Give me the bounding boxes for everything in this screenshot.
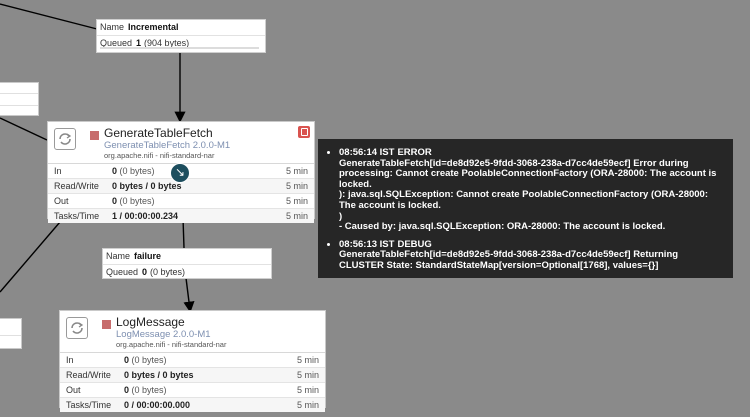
stat-time: 5 min xyxy=(285,196,308,206)
connection-label-failure[interactable]: Name failure Queued 0 (0 bytes) xyxy=(102,248,272,279)
connection-name-label: Name xyxy=(106,251,131,261)
stat-detail: (0 bytes) xyxy=(119,166,155,176)
stat-time: 5 min xyxy=(296,355,319,365)
connection-queued-label: Queued xyxy=(106,267,139,277)
stat-value: 1 / 00:00:00.234 xyxy=(112,211,179,221)
queue-fill-bar xyxy=(100,47,259,49)
connection-name: failure xyxy=(134,251,162,261)
pointer-cursor-icon: ↘ xyxy=(170,163,190,183)
bulletin-time: 08:56:14 IST xyxy=(339,147,395,158)
stat-label: Read/Write xyxy=(54,181,99,191)
stat-row-tasks-time: Tasks/Time 1 / 00:00:00.234 5 min xyxy=(48,209,314,223)
stat-label: Out xyxy=(66,385,81,395)
stat-label: Out xyxy=(54,196,69,206)
stat-time: 5 min xyxy=(285,166,308,176)
offscreen-component-bottom[interactable] xyxy=(0,318,22,349)
processor-bundle: org.apache.nifi - nifi-standard-nar xyxy=(104,151,215,160)
stat-row-out: Out 0 (0 bytes) 5 min xyxy=(48,194,314,209)
stat-label: In xyxy=(66,355,74,365)
stat-value: 0 xyxy=(112,196,118,206)
connection-queued-count: 0 xyxy=(142,267,148,277)
stat-row-tasks-time: Tasks/Time 0 / 00:00:00.000 5 min xyxy=(60,398,325,412)
stat-label: Tasks/Time xyxy=(54,211,100,221)
connection-name: Incremental xyxy=(128,22,179,32)
stat-value: 0 bytes / 0 bytes xyxy=(112,181,182,191)
stat-detail: (0 bytes) xyxy=(131,385,167,395)
stat-time: 5 min xyxy=(285,211,308,221)
offscreen-component-top[interactable] xyxy=(0,82,39,116)
stat-row-in: In 0 (0 bytes) 5 min xyxy=(60,353,325,368)
stat-label: In xyxy=(54,166,62,176)
connection-line-to-incremental xyxy=(0,3,98,30)
connection-name-label: Name xyxy=(100,22,125,32)
bulletin-level: DEBUG xyxy=(397,238,432,250)
stat-time: 5 min xyxy=(296,385,319,395)
connection-queued-size: (0 bytes) xyxy=(150,267,186,277)
processor-log-message[interactable]: LogMessage LogMessage 2.0.0-M1 org.apach… xyxy=(59,310,326,412)
processor-bundle: org.apache.nifi - nifi-standard-nar xyxy=(116,340,227,349)
bulletin-message: GenerateTableFetch[id=de8d92e5-9fdd-3068… xyxy=(339,157,717,233)
bulletin-list: 08:56:14 ISTERROR GenerateTableFetch[id=… xyxy=(327,147,725,272)
processor-header: GenerateTableFetch GenerateTableFetch 2.… xyxy=(48,122,314,164)
stat-row-read-write: Read/Write 0 bytes / 0 bytes 5 min xyxy=(60,368,325,383)
stat-value: 0 bytes / 0 bytes xyxy=(124,370,194,380)
stat-time: 5 min xyxy=(296,370,319,380)
bulletin-entry: 08:56:13 ISTDEBUG GenerateTableFetch[id=… xyxy=(339,238,725,272)
stat-detail: (0 bytes) xyxy=(119,196,155,206)
stat-value: 0 xyxy=(112,166,118,176)
stop-square-icon xyxy=(102,320,111,329)
processor-header: LogMessage LogMessage 2.0.0-M1 org.apach… xyxy=(60,311,325,353)
stat-value: 0 xyxy=(124,355,130,365)
processor-name: LogMessage xyxy=(116,315,185,329)
stat-value: 0 / 00:00:00.000 xyxy=(124,400,191,410)
stat-time: 5 min xyxy=(296,400,319,410)
bulletin-level: ERROR xyxy=(397,147,432,158)
stat-time: 5 min xyxy=(285,181,308,191)
stat-label: Read/Write xyxy=(66,370,111,380)
bulletin-entry: 08:56:14 ISTERROR GenerateTableFetch[id=… xyxy=(339,147,725,233)
bulletin-icon[interactable] xyxy=(298,126,310,138)
stat-detail: (0 bytes) xyxy=(131,355,167,365)
connection-line-left-a xyxy=(0,117,48,141)
processor-name: GenerateTableFetch xyxy=(104,126,213,140)
processor-refresh-icon xyxy=(54,128,76,150)
stat-value: 0 xyxy=(124,385,130,395)
processor-type: LogMessage 2.0.0-M1 xyxy=(116,329,211,340)
bulletin-time: 08:56:13 IST xyxy=(339,238,395,250)
stat-label: Tasks/Time xyxy=(66,400,112,410)
stop-square-icon xyxy=(90,131,99,140)
connection-line-left-b xyxy=(0,221,61,293)
connection-line-failure-b xyxy=(183,277,195,313)
stat-row-out: Out 0 (0 bytes) 5 min xyxy=(60,383,325,398)
processor-refresh-icon xyxy=(66,317,88,339)
bulletin-message: GenerateTableFetch[id=de8d92e5-9fdd-3068… xyxy=(339,249,681,271)
connection-label-incremental[interactable]: Name Incremental Queued 1 (904 bytes) xyxy=(96,19,266,53)
processor-type: GenerateTableFetch 2.0.0-M1 xyxy=(104,140,231,151)
bulletin-tooltip: 08:56:14 ISTERROR GenerateTableFetch[id=… xyxy=(318,139,733,278)
